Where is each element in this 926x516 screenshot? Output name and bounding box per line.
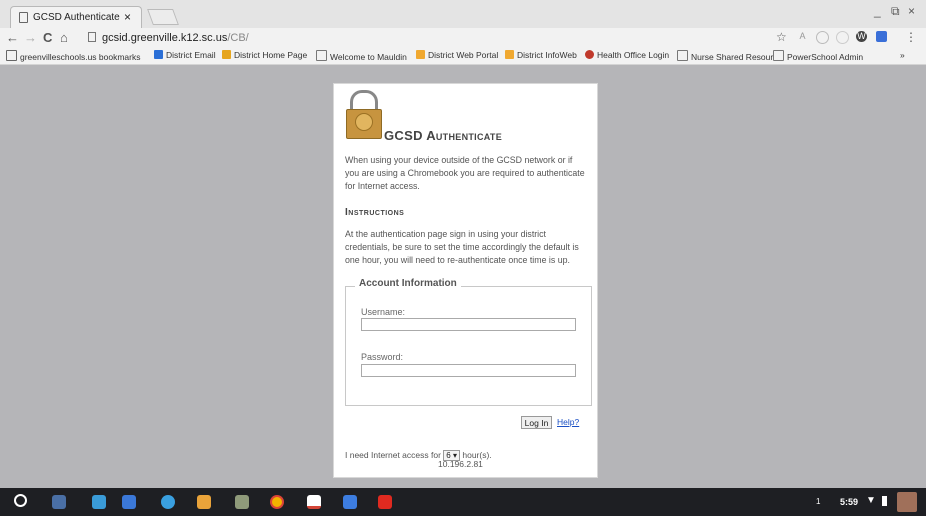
extension-translate-icon[interactable]: [876, 31, 887, 42]
bookmark-item[interactable]: Nurse Shared Resour: [677, 50, 773, 62]
wifi-icon[interactable]: ▼: [866, 495, 876, 506]
app-icon[interactable]: [161, 495, 175, 509]
keep-icon[interactable]: [92, 495, 106, 509]
bookmark-star-icon[interactable]: ☆: [776, 30, 787, 44]
url-path: /CB/: [227, 32, 249, 44]
url-host: gcsid.greenville.k12.sc.us: [102, 32, 228, 44]
chrome-icon[interactable]: [270, 495, 284, 509]
shelf: [0, 488, 926, 516]
bookmark-item[interactable]: District Home Page: [222, 50, 307, 60]
page-title: GCSD Authenticate: [384, 128, 503, 143]
help-link[interactable]: Help?: [557, 417, 579, 427]
page-icon: [19, 12, 28, 23]
minimize-button[interactable]: _: [874, 4, 881, 18]
bookmark-item[interactable]: PowerSchool Admin: [773, 50, 863, 62]
extension-w-icon[interactable]: W: [856, 31, 867, 42]
page-icon: [316, 50, 327, 61]
bookmarks-bar: greenvilleschools.us bookmarks District …: [0, 48, 926, 65]
back-button[interactable]: ←: [6, 30, 19, 45]
access-prefix: I need Internet access for: [345, 450, 441, 460]
gmail-icon[interactable]: [307, 495, 321, 509]
tab-title: GCSD Authenticate: [33, 12, 120, 23]
login-button[interactable]: Log In: [521, 416, 552, 429]
menu-icon[interactable]: ⋮: [905, 30, 917, 44]
bookmark-item[interactable]: Health Office Login: [585, 50, 669, 60]
username-input[interactable]: [361, 318, 576, 331]
tab-gcsd-authenticate[interactable]: GCSD Authenticate ×: [10, 6, 142, 28]
instructions-heading: Instructions: [345, 207, 405, 218]
new-tab-button[interactable]: [147, 9, 179, 25]
docs-icon[interactable]: [343, 495, 357, 509]
reload-button[interactable]: C: [43, 30, 52, 45]
page-icon: [88, 32, 96, 42]
infoweb-icon: [505, 50, 514, 59]
account-fieldset: [345, 286, 592, 406]
close-window-button[interactable]: ×: [908, 4, 915, 18]
page-icon: [677, 50, 688, 61]
bookmark-item[interactable]: greenvilleschools.us bookmarks: [6, 50, 140, 62]
notification-count[interactable]: 1: [816, 497, 820, 506]
extension-a-icon[interactable]: A: [797, 31, 808, 42]
app-icon[interactable]: [197, 495, 211, 509]
folder-icon: [6, 50, 17, 61]
launcher-search-icon[interactable]: [14, 494, 27, 507]
battery-icon[interactable]: [882, 496, 887, 506]
password-label: Password:: [361, 352, 404, 362]
extension-gear-icon[interactable]: [836, 31, 849, 44]
clock[interactable]: 5:59: [840, 497, 858, 507]
instructions-text: At the authentication page sign in using…: [345, 229, 579, 265]
youtube-icon[interactable]: [378, 495, 392, 509]
page-icon: [773, 50, 784, 61]
restore-button[interactable]: ⧉: [891, 4, 900, 19]
forward-button[interactable]: →: [24, 30, 37, 45]
portal-icon: [416, 50, 425, 59]
health-icon: [585, 50, 594, 59]
tab-close-icon[interactable]: ×: [124, 10, 131, 24]
extension-clock-icon[interactable]: [816, 31, 829, 44]
ip-address: 10.196.2.81: [438, 459, 483, 469]
app-icon[interactable]: [122, 495, 136, 509]
bookmark-item[interactable]: District Email: [154, 50, 216, 60]
bookmark-item[interactable]: Welcome to Mauldin: [316, 50, 407, 62]
seal-icon: [355, 113, 373, 131]
bookmarks-overflow-button[interactable]: »: [900, 50, 905, 60]
outlook-icon: [154, 50, 163, 59]
home-button[interactable]: ⌂: [60, 30, 68, 45]
district-icon: [222, 50, 231, 59]
bookmark-item[interactable]: District InfoWeb: [505, 50, 577, 60]
password-input[interactable]: [361, 364, 576, 377]
bookmark-item[interactable]: District Web Portal: [416, 50, 498, 60]
username-label: Username:: [361, 307, 406, 317]
account-legend: Account Information: [355, 278, 461, 289]
app-icon[interactable]: [235, 495, 249, 509]
avatar[interactable]: [897, 492, 917, 512]
app-icon[interactable]: [52, 495, 66, 509]
intro-text: When using your device outside of the GC…: [345, 155, 585, 191]
address-bar[interactable]: gcsid.greenville.k12.sc.us/CB/: [88, 30, 788, 46]
